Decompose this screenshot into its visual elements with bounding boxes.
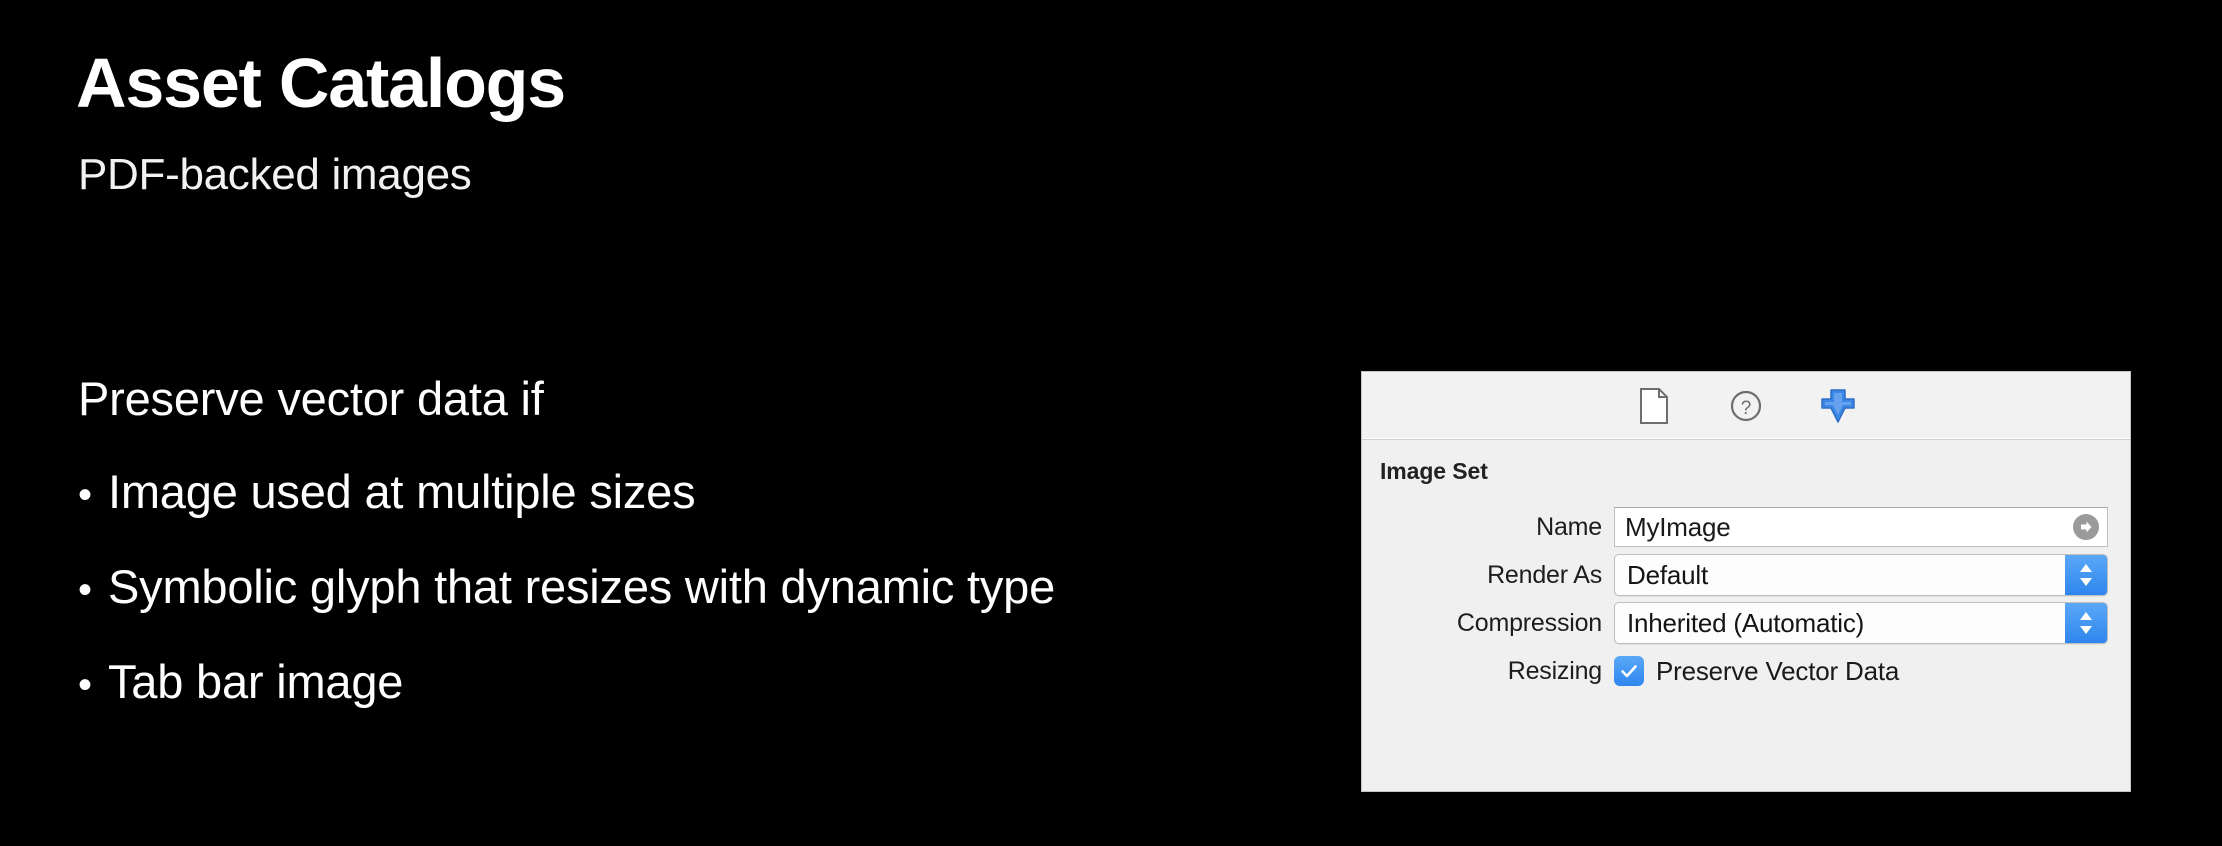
- quick-help-icon[interactable]: ?: [1724, 384, 1768, 428]
- attributes-inspector-panel: ? Image Set Name MyImage Render As Defau…: [1361, 371, 2131, 792]
- list-item: • Image used at multiple sizes: [78, 468, 1308, 515]
- render-as-label: Render As: [1487, 560, 1602, 589]
- list-item: • Tab bar image: [78, 658, 1308, 705]
- form-row-name: Name MyImage: [1362, 503, 2130, 551]
- render-as-popup-button[interactable]: Default: [1614, 554, 2108, 596]
- chevron-up-down-icon[interactable]: [2065, 603, 2107, 643]
- form-row-compression: Compression Inherited (Automatic): [1362, 599, 2130, 647]
- bullet-list: • Image used at multiple sizes • Symboli…: [78, 468, 1308, 705]
- list-item-label: Tab bar image: [108, 655, 404, 708]
- page-title: Asset Catalogs: [76, 44, 566, 122]
- bullet-dot-icon: •: [78, 473, 92, 517]
- resizing-label: Resizing: [1507, 656, 1602, 685]
- resizing-control: Preserve Vector Data: [1614, 656, 2108, 687]
- preserve-vector-data-checkbox[interactable]: [1614, 656, 1644, 686]
- render-as-control: Default: [1614, 554, 2108, 596]
- section-title: Image Set: [1380, 458, 1488, 484]
- list-item-label: Image used at multiple sizes: [108, 465, 696, 518]
- name-input-value: MyImage: [1625, 511, 1731, 542]
- body-lead-text: Preserve vector data if: [78, 372, 544, 425]
- name-input[interactable]: MyImage: [1614, 507, 2108, 547]
- bullet-dot-icon: •: [78, 663, 92, 707]
- preserve-vector-data-label: Preserve Vector Data: [1656, 655, 1900, 686]
- attributes-inspector-icon[interactable]: [1816, 384, 1860, 428]
- inspector-form: Name MyImage Render As Default Compressi…: [1362, 503, 2130, 695]
- render-as-value: Default: [1627, 559, 1708, 590]
- chevron-up-down-icon[interactable]: [2065, 555, 2107, 595]
- file-inspector-icon[interactable]: [1632, 384, 1676, 428]
- svg-text:?: ?: [1741, 398, 1752, 419]
- compression-value: Inherited (Automatic): [1627, 607, 1865, 638]
- form-row-resizing: Resizing Preserve Vector Data: [1362, 647, 2130, 695]
- page-subtitle: PDF-backed images: [78, 150, 472, 199]
- compression-label: Compression: [1456, 608, 1602, 637]
- inspector-body: Image Set Name MyImage Render As Default…: [1362, 440, 2130, 790]
- name-field-control: MyImage: [1614, 507, 2108, 547]
- name-field-label: Name: [1536, 512, 1602, 541]
- slide-body: Preserve vector data if • Image used at …: [78, 375, 1308, 705]
- compression-popup-button[interactable]: Inherited (Automatic): [1614, 602, 2108, 644]
- reveal-arrow-icon[interactable]: [2073, 514, 2099, 540]
- list-item-label: Symbolic glyph that resizes with dynamic…: [108, 560, 1056, 613]
- compression-control: Inherited (Automatic): [1614, 602, 2108, 644]
- list-item: • Symbolic glyph that resizes with dynam…: [78, 563, 1308, 610]
- form-row-render-as: Render As Default: [1362, 551, 2130, 599]
- inspector-toolbar: ?: [1362, 372, 2130, 440]
- bullet-dot-icon: •: [78, 568, 92, 612]
